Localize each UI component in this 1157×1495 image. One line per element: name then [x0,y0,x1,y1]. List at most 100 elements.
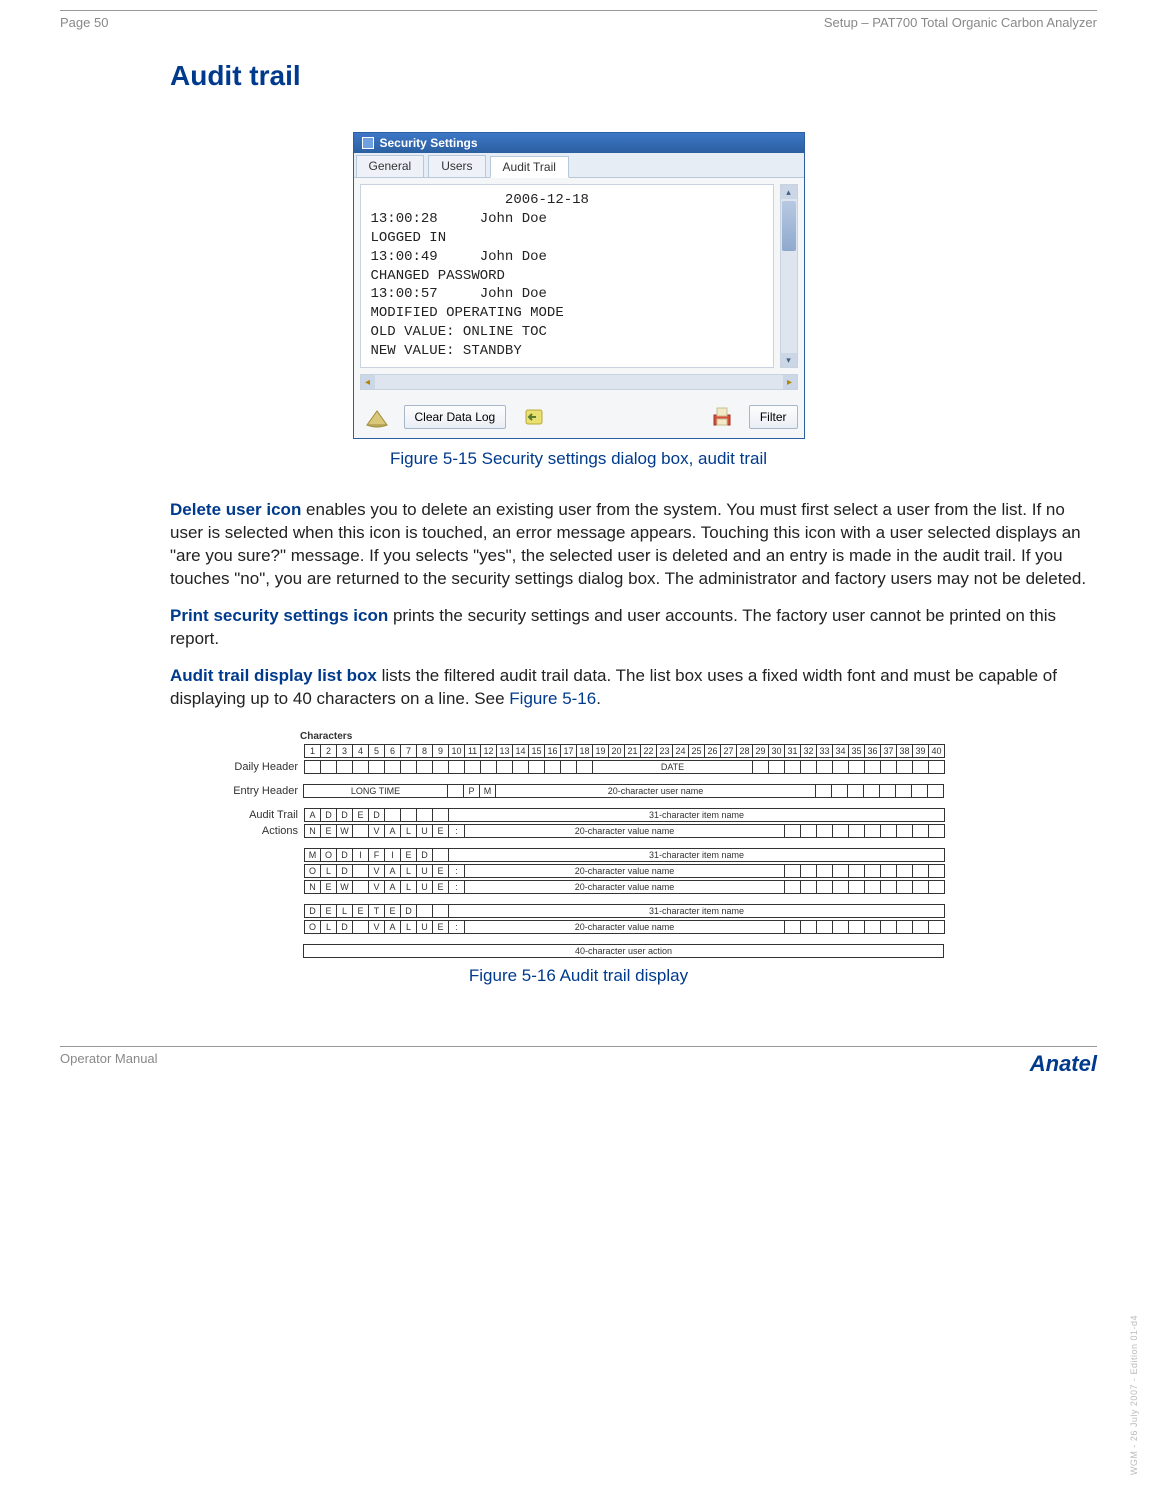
grid-cell [832,824,849,838]
grid-cell [352,880,369,894]
grid-cell [816,824,833,838]
scroll-thumb[interactable] [782,201,796,251]
grid-cell: 22 [640,744,657,758]
grid-cell [352,920,369,934]
grid-cell [880,920,897,934]
grid-cell [784,880,801,894]
grid-cell [800,864,817,878]
security-settings-window: Security Settings General Users Audit Tr… [353,132,805,439]
grid-wide-cell: 20-character value name [464,920,785,934]
grid-cell: 9 [432,744,449,758]
tab-audit-trail[interactable]: Audit Trail [490,156,569,178]
grid-cell [416,904,433,918]
scroll-right-icon[interactable]: ▸ [783,375,797,389]
grid-cell [912,864,929,878]
grid-cell: E [432,864,449,878]
grid-cell: D [400,904,417,918]
delete-user-icon[interactable] [360,402,394,432]
grid-cell: 32 [800,744,817,758]
grid-cell: D [416,848,433,862]
grid-cell: A [384,920,401,934]
grid-cell: 13 [496,744,513,758]
undo-icon[interactable] [516,402,550,432]
grid-cell [896,920,913,934]
grid-cell [832,920,849,934]
figure-5-15-caption: Figure 5-15 Security settings dialog box… [60,449,1097,469]
grid-cell: D [336,920,353,934]
grid-cell: O [304,864,321,878]
scroll-down-icon[interactable]: ▾ [781,353,797,367]
grid-cell [816,880,833,894]
grid-cell [416,808,433,822]
grid-cell [320,760,337,774]
grid-cell: 19 [592,744,609,758]
grid-cell: : [448,920,465,934]
grid-cell: : [448,864,465,878]
grid-cell [416,760,433,774]
grid-cell: 33 [816,744,833,758]
grid-cell: 35 [848,744,865,758]
page-number: Page 50 [60,15,108,30]
grid-cell: U [416,864,433,878]
grid-cell: U [416,824,433,838]
tab-general[interactable]: General [356,155,425,177]
link-figure-5-16[interactable]: Figure 5-16 [509,689,596,708]
grid-cell: 1 [304,744,321,758]
grid-cell: N [304,824,321,838]
row-label-daily-header: Daily Header [170,760,304,774]
grid-cell [928,864,945,878]
grid-cell [848,880,865,894]
grid-cell: 26 [704,744,721,758]
grid-cell [544,760,561,774]
scroll-up-icon[interactable]: ▴ [781,185,797,199]
grid-cell: E [432,824,449,838]
grid-cell [928,920,945,934]
grid-cell [927,784,944,798]
grid-cell [432,808,449,822]
grid-cell: E [352,808,369,822]
grid-cell [816,864,833,878]
grid-cell: N [304,880,321,894]
grid-cell [784,920,801,934]
grid-wide-cell: DATE [592,760,753,774]
grid-cell: 17 [560,744,577,758]
grid-cell [928,824,945,838]
lead-delete-user: Delete user icon [170,500,301,519]
scroll-left-icon[interactable]: ◂ [361,375,375,389]
audit-trail-format-table: Characters 12345678910111213141516171819… [170,731,1097,958]
print-security-settings-icon[interactable] [705,402,739,432]
grid-cell [816,920,833,934]
tab-users[interactable]: Users [428,155,485,177]
grid-cell: 28 [736,744,753,758]
horizontal-scrollbar[interactable]: ◂ ▸ [360,374,798,390]
grid-cell [912,880,929,894]
vertical-scrollbar[interactable]: ▴ ▾ [780,184,798,368]
grid-cell [864,880,881,894]
grid-wide-cell: LONG TIME [303,784,448,798]
grid-cell [864,824,881,838]
grid-cell: E [432,920,449,934]
grid-cell [752,760,769,774]
grid-cell: O [320,848,337,862]
filter-button[interactable]: Filter [749,405,798,429]
grid-cell [432,904,449,918]
window-titlebar: Security Settings [354,133,804,153]
grid-cell: 5 [368,744,385,758]
grid-cell [880,824,897,838]
paragraph-print-security: Print security settings icon prints the … [170,605,1097,651]
grid-cell: 27 [720,744,737,758]
grid-cell [928,880,945,894]
clear-data-log-button[interactable]: Clear Data Log [404,405,507,429]
grid-cell [847,784,864,798]
grid-cell [896,880,913,894]
grid-cell [400,808,417,822]
grid-cell: W [336,880,353,894]
grid-cell [800,760,817,774]
grid-cell [784,824,801,838]
footer-brand: Anatel [1030,1051,1097,1077]
grid-cell [896,760,913,774]
grid-cell [896,824,913,838]
grid-cell: M [479,784,496,798]
grid-cell [880,864,897,878]
grid-cell: D [336,808,353,822]
